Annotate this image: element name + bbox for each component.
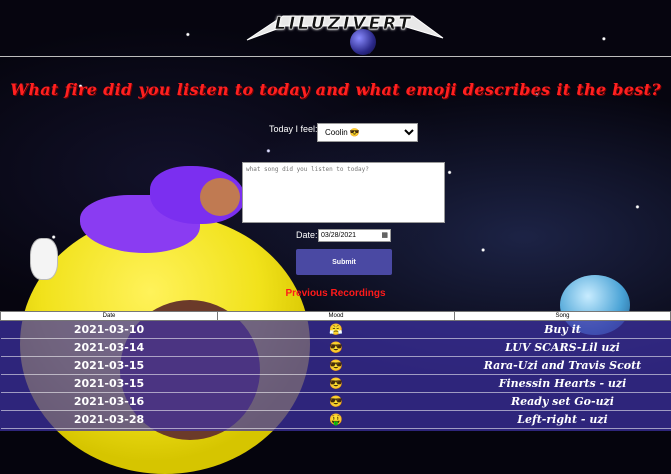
calendar-icon[interactable]: ▦ bbox=[381, 230, 388, 241]
previous-recordings-title: Previous Recordings bbox=[285, 288, 386, 299]
table-header-row: Date Mood Song bbox=[0, 311, 671, 321]
date-value: 03/28/2021 bbox=[321, 232, 357, 239]
planet-icon bbox=[350, 29, 376, 55]
row-song: Finessin Hearts - uzi bbox=[454, 374, 671, 393]
header: LILUZIVERT bbox=[0, 0, 671, 57]
mood-label: Today I feel: bbox=[269, 124, 318, 134]
row-date: 2021-03-15 bbox=[0, 374, 218, 393]
row-song: Rara-Uzi and Travis Scott bbox=[454, 356, 671, 375]
table-row: 2021-03-16 😎 Ready set Go-uzi bbox=[0, 392, 671, 411]
header-song: Song bbox=[454, 311, 671, 321]
table-row: 2021-03-28 🤑 Left-right - uzi bbox=[0, 410, 671, 429]
row-date: 2021-03-14 bbox=[0, 338, 218, 357]
date-label: Date: bbox=[296, 230, 318, 240]
row-mood: 🤑 bbox=[217, 410, 455, 429]
row-mood: 😎 bbox=[217, 392, 455, 411]
table-row: 2021-03-14 😎 LUV SCARS-Lil uzi bbox=[0, 338, 671, 357]
submit-button[interactable]: Submit bbox=[296, 249, 392, 275]
table-row: 2021-03-10 😤 Buy it bbox=[0, 320, 671, 339]
row-song: Left-right - uzi bbox=[454, 410, 671, 429]
row-song: LUV SCARS-Lil uzi bbox=[454, 338, 671, 357]
recordings-table: Date Mood Song 2021-03-10 😤 Buy it 2021-… bbox=[0, 311, 671, 429]
row-song: Buy it bbox=[454, 320, 671, 339]
character-glove-art bbox=[30, 238, 58, 280]
recordings-table-container: Date Mood Song 2021-03-10 😤 Buy it 2021-… bbox=[0, 311, 671, 431]
character-head-art bbox=[200, 178, 240, 216]
row-date: 2021-03-16 bbox=[0, 392, 218, 411]
logo-text: LILUZIVERT bbox=[274, 14, 414, 35]
row-date: 2021-03-28 bbox=[0, 410, 218, 429]
song-input[interactable] bbox=[242, 162, 445, 223]
row-mood: 😤 bbox=[217, 320, 455, 339]
table-row: 2021-03-15 😎 Finessin Hearts - uzi bbox=[0, 374, 671, 393]
logo: LILUZIVERT bbox=[243, 10, 445, 44]
header-date: Date bbox=[0, 311, 218, 321]
table-row: 2021-03-15 😎 Rara-Uzi and Travis Scott bbox=[0, 356, 671, 375]
row-mood: 😎 bbox=[217, 374, 455, 393]
row-date: 2021-03-10 bbox=[0, 320, 218, 339]
row-date: 2021-03-15 bbox=[0, 356, 218, 375]
date-input[interactable]: 03/28/2021 ▦ bbox=[318, 229, 391, 242]
row-mood: 😎 bbox=[217, 338, 455, 357]
row-mood: 😎 bbox=[217, 356, 455, 375]
header-mood: Mood bbox=[217, 311, 455, 321]
page-headline: What fire did you listen to today and wh… bbox=[10, 80, 661, 99]
row-song: Ready set Go-uzi bbox=[454, 392, 671, 411]
mood-select[interactable]: Coolin 😎 bbox=[317, 123, 418, 142]
